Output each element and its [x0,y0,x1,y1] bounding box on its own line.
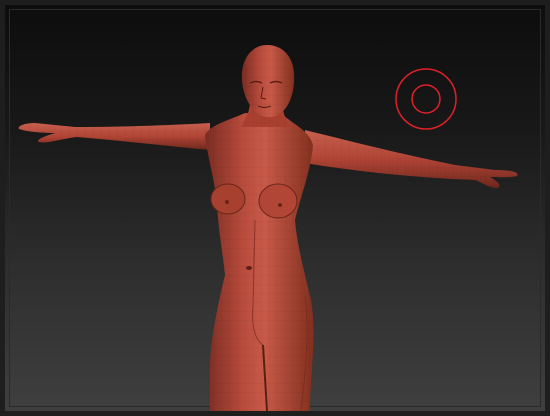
brush-cursor-icon [395,68,457,130]
sculpt-viewport[interactable] [0,0,550,416]
torso [205,113,314,411]
right-arm [305,130,518,188]
left-arm [18,123,210,150]
female-base-mesh[interactable] [5,5,545,411]
